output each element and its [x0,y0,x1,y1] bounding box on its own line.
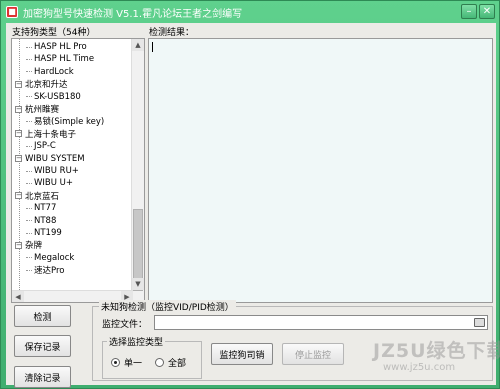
dongle-types-label: 支持狗类型（54种） [12,28,96,38]
tree-vertical-scrollbar[interactable]: ▲ ▼ [131,39,144,302]
tree-model-node[interactable]: HASP HL Time [26,53,94,65]
tree-node-label: NT77 [34,203,57,214]
title-bar[interactable]: ■ 加密狗型号快速检测 V5.1.霍凡论坛王者之剑编写 – ✕ [1,1,499,23]
tree-node-label: WIBU RU+ [34,166,79,176]
detect-button[interactable]: 检测 [14,305,71,327]
tree-model-node[interactable]: NT88 [26,215,56,227]
save-log-button[interactable]: 保存记录 [14,335,71,357]
tree-connector [26,145,32,147]
tree-model-node[interactable]: NT199 [26,227,62,239]
tree-model-node[interactable]: JSP-C [26,140,56,152]
monitor-file-input[interactable] [154,315,488,330]
radio-all-dot[interactable] [155,358,164,367]
tree-node-label: 北京蓝石 [25,191,60,202]
tree-node-label: HASP HL Time [34,54,95,65]
tree-node-label: 杂牌 [25,241,43,252]
unknown-dongle-legend: 未知狗检测（监控VID/PID检测） [99,300,236,313]
tree-connector [26,220,32,222]
results-label: 检测结果： [149,28,195,38]
tree-connector [26,120,32,122]
tree-model-node[interactable]: Megalock [26,252,74,264]
result-textarea[interactable] [148,38,493,303]
tree-vendor-node[interactable]: − 杂牌 [15,239,42,251]
monitor-type-group: 选择监控类型 单一 全部 [102,335,202,379]
tree-connector [26,96,32,98]
radio-all[interactable]: 全部 [155,356,186,369]
tree-node-label: 速达Pro [34,266,65,277]
tree-connector [26,71,32,73]
stop-monitor-button[interactable]: 停止监控 [282,343,344,365]
tree-node-label: JSP-C [34,141,56,152]
scroll-left-arrow-icon[interactable]: ◀ [12,291,24,302]
minimize-button[interactable]: – [461,4,477,19]
tree-connector [26,232,32,234]
tree-connector [26,46,32,48]
radio-single-dot[interactable] [111,358,120,367]
tree-node-label: 杭州睢赛 [25,105,60,115]
tree-connector [26,207,32,209]
dongle-type-tree[interactable]: HASP HL Pro HASP HL Time HardLock − 北京和升达 SK-… [11,38,145,303]
monitor-button[interactable]: 监控狗司销 [211,343,273,365]
tree-node-label: NT199 [34,228,62,238]
tree-node-label: 上海十条电子 [25,129,77,140]
collapse-icon[interactable]: − [15,80,22,88]
client-area: 支持狗类型（54种） 检测结果： HASP HL Pro HASP HL Time… [6,23,496,388]
tree-vendor-node[interactable]: − WIBU SYSTEM [15,153,85,165]
tree-node-label: WIBU U+ [34,178,74,189]
tree-model-node[interactable]: WIBU U+ [26,177,73,189]
tree-vendor-node[interactable]: − 上海十条电子 [15,128,76,140]
window-title: 加密狗型号快速检测 V5.1.霍凡论坛王者之剑编写 [23,8,243,20]
tree-vendor-node[interactable]: − 北京和升达 [15,78,68,90]
monitor-file-label: 监控文件： [102,320,148,330]
close-button[interactable]: ✕ [479,4,495,19]
collapse-icon[interactable]: − [15,241,22,249]
collapse-icon[interactable]: − [15,155,22,163]
browse-file-icon[interactable] [474,318,485,327]
tree-vendor-node[interactable]: − 北京蓝石 [15,190,59,202]
tree-node-label: 易锁(Simple key) [34,117,105,128]
tree-model-node[interactable]: HASP HL Pro [26,41,87,53]
tree-model-node[interactable]: SK-USB180 [26,91,81,103]
tree-connector [26,58,32,60]
collapse-icon[interactable]: − [15,130,22,138]
tree-node-label: NT88 [34,215,57,226]
monitor-type-legend: 选择监控类型 [107,335,166,348]
tree-model-node[interactable]: HardLock [26,66,74,78]
tree-connector [26,257,32,259]
collapse-icon[interactable]: − [15,105,22,113]
text-caret [152,42,153,52]
tree-connector [26,182,32,184]
tree-node-label: Megalock [34,252,75,263]
app-window: ■ 加密狗型号快速检测 V5.1.霍凡论坛王者之剑编写 – ✕ 支持狗类型（54… [0,0,500,389]
scroll-up-arrow-icon[interactable]: ▲ [132,39,144,51]
tree-model-node[interactable]: NT77 [26,202,56,214]
tree-node-label: HASP HL Pro [34,42,87,52]
radio-all-label: 全部 [168,359,187,369]
scroll-down-arrow-icon[interactable]: ▼ [132,278,144,290]
radio-single[interactable]: 单一 [111,356,142,369]
tree-node-label: HardLock [34,66,74,77]
collapse-icon[interactable]: − [15,192,22,200]
tree-connector [26,269,32,271]
tree-model-node[interactable]: 易锁(Simple key) [26,115,104,127]
tree-model-node[interactable]: WIBU RU+ [26,165,79,177]
tree-node-label: SK-USB180 [34,91,81,102]
clear-log-button[interactable]: 清除记录 [14,366,71,388]
app-icon: ■ [6,6,18,18]
tree-vendor-node[interactable]: − 杭州睢赛 [15,103,59,115]
tree-node-label: 北京和升达 [25,80,68,91]
tree-connector [26,170,32,172]
tree-node-label: WIBU SYSTEM [25,153,85,164]
tree-model-node[interactable]: 速达Pro [26,264,65,276]
radio-single-label: 单一 [124,359,143,369]
